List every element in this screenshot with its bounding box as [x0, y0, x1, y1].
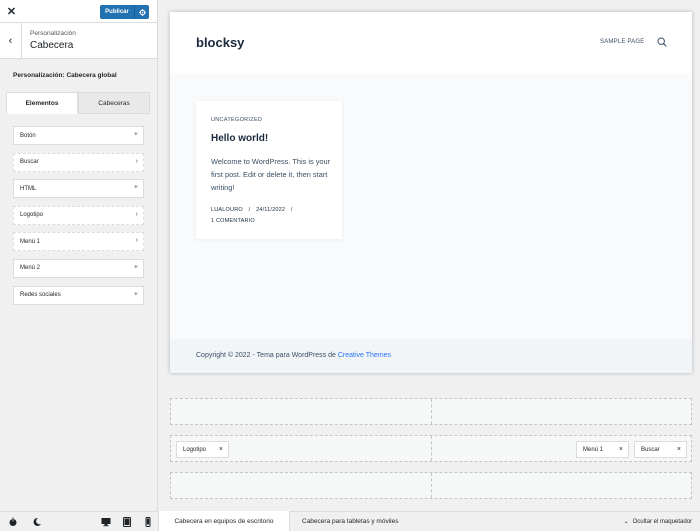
creative-themes-link[interactable]: Creative Themes [338, 352, 391, 359]
post-date[interactable]: 24/11/2022 [256, 207, 285, 213]
remove-icon[interactable]: × [219, 446, 223, 453]
hide-builder-button[interactable]: ⌄ Ocultar el maquetador [624, 518, 692, 525]
mobile-icon[interactable] [143, 517, 153, 527]
post-comments[interactable]: 1 COMENTARIO [211, 218, 255, 224]
element-label: Redes sociales [20, 292, 61, 299]
panel-tabs: Elementos Cabeceras [6, 92, 150, 114]
plus-icon: + [133, 131, 138, 138]
chevron-right-icon: › [135, 210, 138, 218]
element-label: Logotipo [20, 212, 44, 219]
post-meta: LUALOURO / 24/11/2022 / 1 COMENTARIO [211, 205, 336, 227]
builder-divider [431, 436, 432, 461]
element-label: HTML [20, 185, 37, 192]
builder-divider [431, 399, 432, 424]
publish-settings-button[interactable] [134, 5, 149, 19]
post-excerpt: Welcome to WordPress. This is your first… [211, 157, 331, 192]
back-button[interactable]: ‹ [0, 23, 22, 59]
chevron-down-icon: ⌄ [623, 519, 629, 525]
tablet-icon[interactable] [122, 517, 132, 527]
plus-icon: + [133, 290, 138, 298]
customizer-topbar: ✕ Publicar [0, 0, 157, 23]
builder-row-bottom[interactable] [170, 472, 692, 499]
post-card: UNCATEGORIZED Hello world! Welcome to Wo… [196, 101, 342, 239]
element-menu-2[interactable]: Menú 2 + [13, 258, 144, 278]
chip-label: Buscar [641, 446, 660, 453]
builder-row-top[interactable] [170, 398, 692, 425]
builder-divider [431, 473, 432, 498]
meta-separator: / [248, 207, 251, 213]
site-header: blocksy SAMPLE PAGE [170, 12, 692, 73]
hide-builder-label: Ocultar el maquetador [632, 519, 692, 525]
site-footer: Copyright © 2022 - Tema para WordPress d… [170, 339, 692, 373]
power-icon[interactable] [8, 517, 18, 527]
section-supertitle: Personalización [30, 30, 76, 37]
tab-elementos[interactable]: Elementos [6, 92, 78, 114]
element-redes-sociales[interactable]: Redes sociales + [13, 285, 144, 305]
element-buscar[interactable]: Buscar › [13, 152, 144, 172]
site-logo[interactable]: blocksy [196, 35, 244, 50]
builder-chip-menu-1[interactable]: Menú 1 × [576, 441, 629, 458]
publish-group: Publicar [100, 5, 149, 19]
desktop-icon[interactable] [101, 517, 111, 527]
element-menu-1[interactable]: Menú 1 › [13, 232, 144, 252]
chip-label: Logotipo [183, 446, 207, 453]
element-label: Buscar [20, 159, 39, 166]
publish-button[interactable]: Publicar [100, 5, 134, 19]
element-label: Menú 1 [20, 238, 41, 245]
gear-icon [138, 8, 146, 16]
close-customizer-button[interactable]: ✕ [0, 0, 23, 23]
post-title[interactable]: Hello world! [211, 133, 268, 144]
tab-cabeceras[interactable]: Cabeceras [78, 92, 150, 114]
tab-desktop-header[interactable]: Cabecera en equipos de escritorio [158, 511, 290, 531]
panel-title: Personalización: Cabecera global [13, 72, 117, 79]
site-content: UNCATEGORIZED Hello world! Welcome to Wo… [170, 73, 692, 339]
element-label: Botón [20, 132, 36, 139]
chevron-right-icon: › [135, 237, 138, 245]
element-logotipo[interactable]: Logotipo › [13, 205, 144, 225]
element-html[interactable]: HTML + [13, 179, 144, 199]
builder-chip-logotipo[interactable]: Logotipo × [176, 441, 229, 458]
search-icon[interactable] [657, 37, 667, 47]
remove-icon[interactable]: × [677, 446, 681, 453]
copyright-text: Copyright © 2022 - Tema para WordPress d… [196, 352, 391, 359]
elements-list: Botón + Buscar › HTML + Logotipo › Menú … [13, 126, 144, 312]
element-boton[interactable]: Botón + [13, 126, 144, 145]
builder-row-middle[interactable]: Logotipo × Menú 1 × Buscar × [170, 435, 692, 462]
post-category[interactable]: UNCATEGORIZED [211, 117, 262, 123]
post-author[interactable]: LUALOURO [211, 207, 243, 213]
copyright-label: Copyright © 2022 - Tema para WordPress d… [196, 352, 336, 359]
chevron-right-icon: › [135, 157, 138, 165]
nav-item-sample-page[interactable]: SAMPLE PAGE [600, 39, 644, 45]
section-header: ‹ Personalización Cabecera [0, 23, 157, 59]
site-preview: blocksy SAMPLE PAGE UNCATEGORIZED Hello … [170, 12, 692, 373]
sidebar-footer [0, 511, 158, 531]
builder-chip-buscar[interactable]: Buscar × [634, 441, 687, 458]
remove-icon[interactable]: × [619, 446, 623, 453]
tab-mobile-header[interactable]: Cabecera para tabletas y móviles [302, 511, 398, 531]
chip-label: Menú 1 [583, 446, 604, 453]
plus-icon: + [133, 184, 138, 192]
moon-icon[interactable] [32, 517, 42, 527]
element-label: Menú 2 [20, 265, 41, 272]
meta-separator: / [290, 207, 293, 213]
section-title: Cabecera [30, 40, 74, 51]
customizer-sidebar: ✕ Publicar ‹ Personalización Cabecera Pe… [0, 0, 158, 531]
plus-icon: + [133, 263, 138, 271]
builder-bottombar: Cabecera en equipos de escritorio Cabece… [158, 511, 700, 531]
